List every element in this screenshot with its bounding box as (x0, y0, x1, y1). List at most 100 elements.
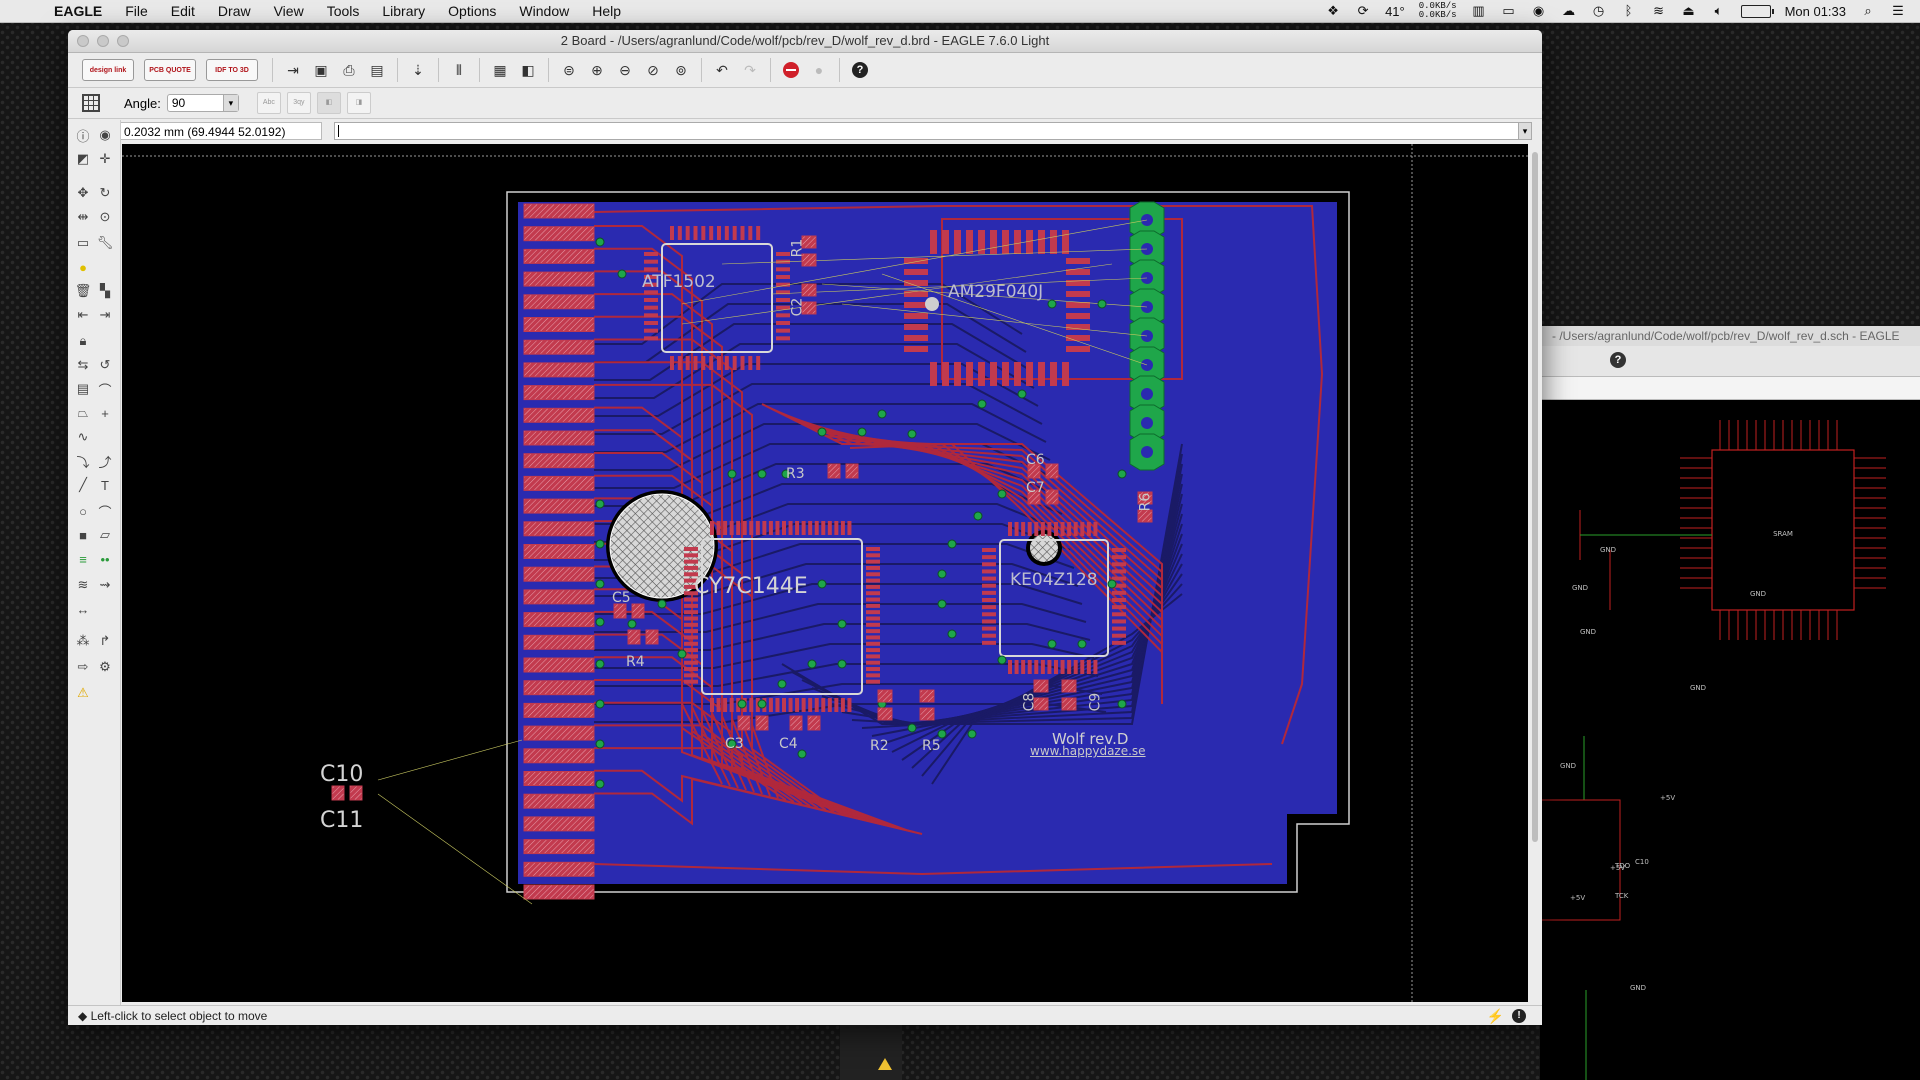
sidebar-tool-icon[interactable]: ✛ (96, 150, 114, 168)
rotate-right-icon[interactable]: ◨ (346, 92, 371, 114)
minimize-window-button[interactable] (97, 35, 109, 47)
zoom-in-icon[interactable]: ⊕ (585, 58, 609, 82)
mirror-button[interactable]: Abc (256, 92, 281, 114)
eject-icon[interactable]: ⏏ (1681, 4, 1697, 18)
spotlight-search-icon[interactable]: ⌕ (1860, 4, 1876, 18)
volume-icon[interactable]: 🔈︎ (1711, 4, 1727, 18)
sidebar-tool-icon[interactable]: ↻ (96, 184, 114, 202)
sidebar-tool-icon[interactable]: ⁂ (74, 632, 92, 650)
grid-icon[interactable] (82, 94, 100, 112)
sidebar-tool-icon[interactable]: T (96, 476, 114, 494)
sidebar-tool-icon[interactable]: ∿ (74, 428, 92, 446)
help-button[interactable]: ? (848, 58, 872, 82)
sidebar-tool-icon[interactable]: ⏢ (74, 404, 92, 422)
schematic-help-icon[interactable]: ? (1610, 352, 1626, 368)
board-canvas[interactable]: ATF1502 AM29F040J CY7C144E KE04Z128 R1 C… (122, 144, 1528, 1002)
label-c4[interactable]: C4 (779, 736, 798, 752)
label-c11[interactable]: C11 (320, 808, 363, 833)
redo-icon[interactable]: ↷ (738, 58, 762, 82)
label-c9[interactable]: C9 (1087, 693, 1103, 712)
command-history-dropdown-icon[interactable]: ▾ (1518, 123, 1531, 139)
pcb-quote-button[interactable]: PCB QUOTE (144, 59, 196, 81)
redraw-icon[interactable]: ⊚ (669, 58, 693, 82)
menu-edit[interactable]: Edit (171, 3, 195, 19)
idf-to-3d-button[interactable]: IDF TO 3D (206, 59, 258, 81)
cam-processor-icon[interactable]: ▤ (365, 58, 389, 82)
sidebar-tool-icon[interactable]: ↺ (96, 356, 114, 374)
sidebar-tool-icon[interactable]: ↱ (96, 632, 114, 650)
dropbox-icon[interactable]: ❖ (1325, 4, 1341, 18)
notification-center-icon[interactable]: ☰ (1890, 4, 1906, 18)
label-r1[interactable]: R1 (789, 239, 805, 258)
stop-command-button[interactable] (779, 58, 803, 82)
sidebar-tool-icon[interactable]: ◉ (96, 126, 114, 144)
label-ke04z128[interactable]: KE04Z128 (1010, 570, 1098, 590)
menu-file[interactable]: File (125, 3, 148, 19)
sidebar-tool-icon[interactable]: ⇨ (74, 658, 92, 676)
sidebar-tool-icon[interactable]: ≡ (74, 550, 92, 568)
label-c5[interactable]: C5 (612, 590, 631, 606)
open-icon[interactable]: ⇥ (281, 58, 305, 82)
label-r3[interactable]: R3 (786, 466, 805, 482)
bluetooth-icon[interactable]: ᛒ (1621, 4, 1637, 18)
design-link-button[interactable]: design link (82, 59, 134, 81)
sidebar-tool-icon[interactable]: ⤴ (96, 452, 114, 470)
eye-icon[interactable]: ◉ (1531, 4, 1547, 18)
sidebar-tool-icon[interactable]: •• (96, 550, 114, 568)
menu-library[interactable]: Library (382, 3, 425, 19)
sidebar-tool-icon[interactable]: ⊙ (96, 208, 114, 226)
battery-icon[interactable] (1740, 4, 1774, 18)
sidebar-tool-icon[interactable]: ▱ (96, 526, 114, 544)
sidebar-tool-icon[interactable]: ■ (74, 526, 92, 544)
zoom-fit-icon[interactable]: ⊜ (557, 58, 581, 82)
sidebar-tool-icon[interactable]: ● (74, 258, 92, 276)
close-window-button[interactable] (77, 35, 89, 47)
sync-icon[interactable]: ⟳ (1355, 4, 1371, 18)
sidebar-tool-icon[interactable]: ⌒ (96, 380, 114, 398)
weather-temp[interactable]: 41° (1385, 4, 1405, 19)
label-c7[interactable]: C7 (1026, 480, 1045, 496)
zoom-select-icon[interactable]: ⊘ (641, 58, 665, 82)
menu-tools[interactable]: Tools (327, 3, 360, 19)
pcb-layout[interactable] (122, 144, 1528, 1002)
angle-select[interactable]: 90 ▾ (166, 94, 239, 112)
undo-icon[interactable]: ↶ (710, 58, 734, 82)
sidebar-tool-icon[interactable]: + (96, 404, 114, 422)
sidebar-tool-icon[interactable]: ⇥ (96, 306, 114, 324)
sidebar-tool-icon[interactable]: ⤵ (74, 452, 92, 470)
label-r2[interactable]: R2 (870, 738, 889, 754)
window-titlebar[interactable]: 2 Board - /Users/agranlund/Code/wolf/pcb… (68, 30, 1542, 53)
sidebar-tool-icon[interactable]: ⇝ (96, 576, 114, 594)
sidebar-tool-icon[interactable]: ↔ (74, 600, 92, 618)
script-icon[interactable]: ▦ (488, 58, 512, 82)
creative-cloud-icon[interactable]: ☁ (1561, 4, 1577, 18)
scroll-thumb[interactable] (1532, 152, 1538, 842)
go-icon[interactable]: ● (807, 58, 831, 82)
sidebar-tool-icon[interactable]: 🔧︎ (96, 234, 114, 252)
command-input[interactable]: ▾ (334, 122, 1532, 140)
sidebar-tool-icon[interactable]: ⚙ (96, 658, 114, 676)
menu-help[interactable]: Help (592, 3, 621, 19)
label-atf1502[interactable]: ATF1502 (642, 272, 716, 292)
layer-settings-icon[interactable]: ◧ (516, 58, 540, 82)
sidebar-tool-icon[interactable]: ≋ (74, 576, 92, 594)
sidebar-tool-icon[interactable]: ⇤ (74, 306, 92, 324)
zoom-window-button[interactable] (117, 35, 129, 47)
schematic-window-title[interactable]: - /Users/agranlund/Code/wolf/pcb/rev_D/w… (1540, 326, 1920, 346)
apple-menu-icon[interactable] (18, 3, 32, 19)
label-c10[interactable]: C10 (320, 762, 363, 787)
label-c6[interactable]: C6 (1026, 452, 1045, 468)
sidebar-tool-icon[interactable]: ⇹ (74, 208, 92, 226)
sidebar-tool-icon[interactable]: 🗑︎ (74, 282, 92, 300)
menu-view[interactable]: View (274, 3, 304, 19)
label-r4[interactable]: R4 (626, 654, 645, 670)
sidebar-tool-icon[interactable]: 🔒︎ (74, 332, 92, 350)
lightning-icon[interactable]: ⚡ (1487, 1008, 1504, 1024)
save-icon[interactable]: ▣ (309, 58, 333, 82)
label-c3[interactable]: C3 (725, 736, 744, 752)
sidebar-tool-icon[interactable]: ⇆ (74, 356, 92, 374)
rotate-left-icon[interactable]: ◧ (316, 92, 341, 114)
label-cy7c144e[interactable]: CY7C144E (694, 574, 808, 599)
menu-draw[interactable]: Draw (218, 3, 251, 19)
sidebar-tool-icon[interactable]: ✥ (74, 184, 92, 202)
